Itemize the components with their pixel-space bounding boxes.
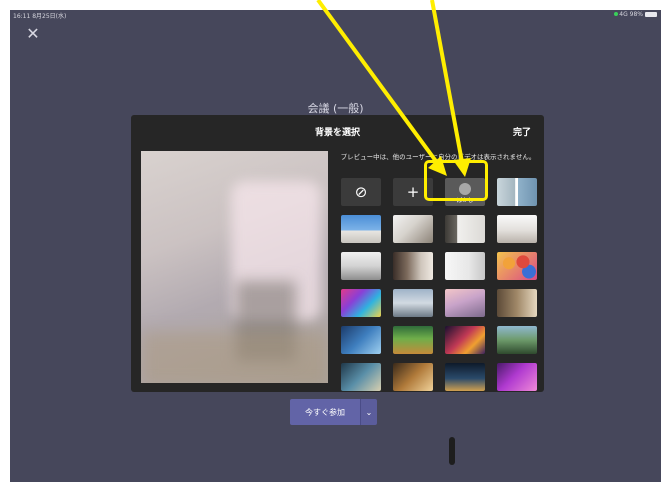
arrow-head-left: [428, 156, 447, 176]
arrow-line-right: [430, 0, 464, 163]
annotation-arrows: [316, 0, 471, 177]
arrow-line-left: [316, 0, 440, 166]
arrow-head-right: [453, 158, 471, 177]
